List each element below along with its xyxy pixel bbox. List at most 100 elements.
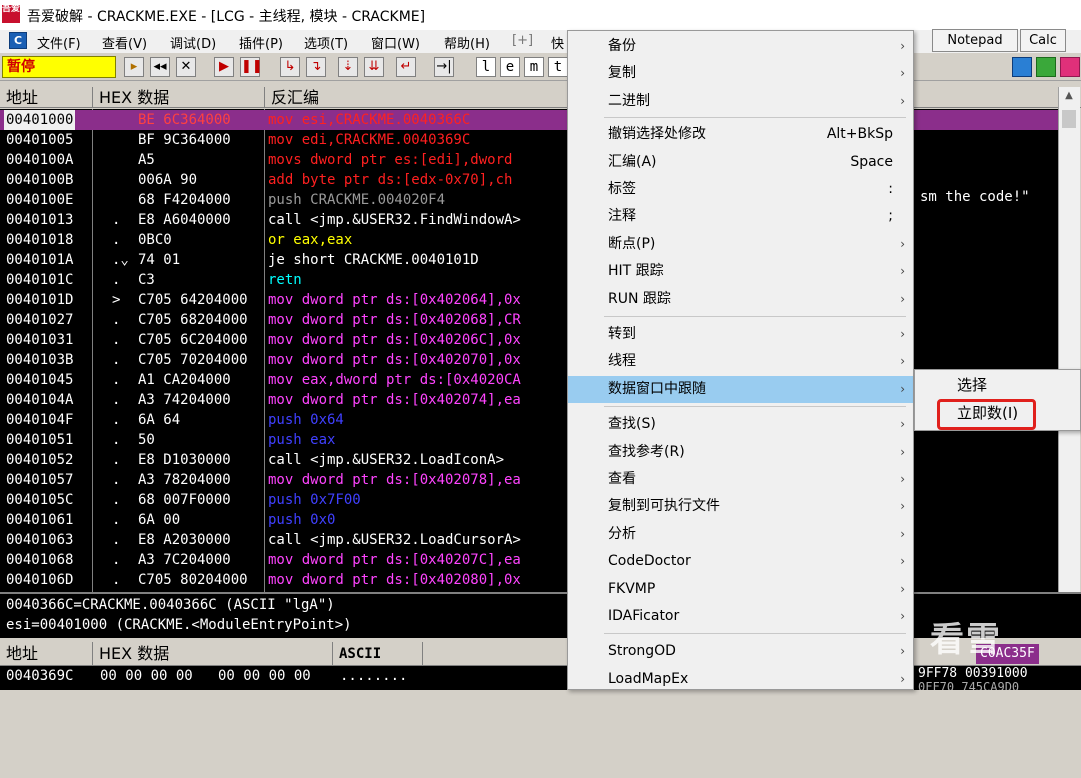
dump-hex-1: 00 00 00 00: [100, 668, 193, 684]
context-menu-item[interactable]: IDAFicator ›: [568, 603, 913, 630]
step-over-icon[interactable]: ↴: [306, 57, 326, 77]
context-menu-item[interactable]: 标签:: [568, 176, 913, 203]
step-into-icon[interactable]: ↳: [280, 57, 300, 77]
menu-window[interactable]: 窗口(W): [371, 33, 420, 52]
hex-bytes: A3 78204000: [138, 472, 231, 488]
chevron-right-icon: ›: [900, 644, 905, 659]
instruction: push eax: [268, 432, 336, 448]
execute-till-return-icon[interactable]: ↵: [396, 57, 416, 77]
menu-item-label: 数据窗口中跟随: [608, 380, 706, 397]
open-icon[interactable]: ▸: [124, 57, 144, 77]
scroll-up-icon[interactable]: ▲: [1060, 90, 1078, 106]
menu-separator: [604, 406, 906, 408]
context-menu-item[interactable]: FKVMP ›: [568, 576, 913, 603]
calc-button[interactable]: Calc: [1020, 29, 1066, 52]
chevron-right-icon: ›: [900, 236, 905, 251]
context-menu-item[interactable]: CodeDoctor ›: [568, 548, 913, 575]
executable-modules-button[interactable]: e: [500, 57, 520, 77]
dump-hex-header[interactable]: HEX 数据: [93, 642, 333, 666]
menu-view[interactable]: 查看(V): [102, 33, 147, 52]
pause-icon[interactable]: ❚❚: [240, 57, 263, 77]
context-menu-item[interactable]: 查找(S) ›: [568, 411, 913, 438]
context-menu-item[interactable]: 转到 ›: [568, 321, 913, 348]
submenu-item-selection[interactable]: 选择: [915, 372, 1080, 399]
context-menu-item[interactable]: 线程 ›: [568, 348, 913, 375]
rewind-icon[interactable]: ◂◂: [150, 57, 170, 77]
menu-help[interactable]: 帮助(H): [444, 33, 490, 52]
context-menu-item[interactable]: 备份 ›: [568, 33, 913, 60]
menu-plus[interactable]: [+]: [512, 33, 533, 48]
jump-marker: .: [112, 512, 121, 528]
hex-bytes: 68 F4204000: [138, 192, 231, 208]
trace-into-icon[interactable]: ⇣: [338, 57, 358, 77]
context-menu-item[interactable]: 注释;: [568, 203, 913, 230]
instruction: mov edi,CRACKME.0040369C: [268, 132, 471, 148]
context-menu-item[interactable]: HIT 跟踪 ›: [568, 258, 913, 285]
address: 00401051: [6, 432, 74, 448]
menu-plugins[interactable]: 插件(P): [239, 33, 283, 52]
instruction: call <jmp.&USER32.LoadCursorA>: [268, 532, 521, 548]
context-menu-item[interactable]: 复制到可执行文件 ›: [568, 493, 913, 520]
context-menu-item[interactable]: 数据窗口中跟随 ›: [568, 375, 913, 403]
jump-marker: .: [112, 212, 121, 228]
log-window-button[interactable]: l: [476, 57, 496, 77]
jump-marker: .: [112, 552, 121, 568]
notepad-button[interactable]: Notepad: [932, 29, 1018, 52]
menu-debug[interactable]: 调试(D): [170, 33, 216, 52]
context-menu-item[interactable]: 复制 ›: [568, 60, 913, 87]
address: 0040101A: [6, 252, 74, 268]
hex-bytes: 6A 00: [138, 512, 181, 528]
address: 00401018: [6, 232, 74, 248]
context-menu-item[interactable]: 查找参考(R) ›: [568, 439, 913, 466]
hex-bytes: BF 9C364000: [138, 132, 231, 148]
address-column-header[interactable]: 地址: [0, 87, 93, 108]
context-menu-item[interactable]: 查看 ›: [568, 466, 913, 493]
scroll-thumb[interactable]: [1062, 110, 1076, 128]
context-menu-item[interactable]: StrongOD ›: [568, 638, 913, 665]
about-icon[interactable]: [1060, 57, 1080, 77]
chevron-right-icon: ›: [900, 526, 905, 541]
context-menu-item[interactable]: 撤销选择处修改 Alt+BkSp: [568, 121, 913, 148]
menu-quick[interactable]: 快: [551, 33, 564, 52]
dump-ascii-header[interactable]: ASCII: [333, 642, 423, 666]
plugin-icon[interactable]: [1036, 57, 1056, 77]
menu-item-label: StrongOD: [608, 643, 676, 660]
jump-marker: .: [112, 492, 121, 508]
menu-item-shortcut: :: [888, 181, 893, 197]
hex-bytes: C705 80204000: [138, 572, 248, 588]
refresh-icon[interactable]: [1012, 57, 1032, 77]
menu-options[interactable]: 选项(T): [304, 33, 348, 52]
vertical-scrollbar[interactable]: [1058, 87, 1080, 592]
instruction: mov esi,CRACKME.0040366C: [268, 112, 471, 128]
close-icon[interactable]: ✕: [176, 57, 196, 77]
chevron-right-icon: ›: [900, 444, 905, 459]
address: 0040101D: [6, 292, 74, 308]
highlight-annotation: [937, 399, 1036, 430]
dump-address-header[interactable]: 地址: [0, 642, 93, 666]
address: 0040105C: [6, 492, 74, 508]
ollydbg-logo-icon[interactable]: C: [9, 32, 27, 49]
hex-column-header[interactable]: HEX 数据: [93, 87, 265, 108]
address: 00401045: [6, 372, 74, 388]
context-menu-item[interactable]: 分析 ›: [568, 521, 913, 548]
context-menu-item[interactable]: 断点(P) ›: [568, 231, 913, 258]
instruction: mov dword ptr ds:[0x402064],0x: [268, 292, 521, 308]
run-icon[interactable]: ▶: [214, 57, 234, 77]
context-menu-item[interactable]: 汇编(A) Space: [568, 149, 913, 176]
context-menu-item[interactable]: 二进制 ›: [568, 88, 913, 115]
chevron-right-icon: ›: [900, 264, 905, 279]
context-menu-item[interactable]: RUN 跟踪 ›: [568, 286, 913, 313]
jump-marker: .: [112, 352, 121, 368]
address: 0040103B: [6, 352, 74, 368]
trace-over-icon[interactable]: ⇊: [364, 57, 384, 77]
threads-button[interactable]: t: [548, 57, 568, 77]
dump-pane[interactable]: 0040369C 00 00 00 00 00 00 00 00 .......…: [0, 666, 1081, 690]
jump-marker: .: [112, 532, 121, 548]
goto-icon[interactable]: →|: [434, 57, 454, 77]
address: 00401063: [6, 532, 74, 548]
context-menu-item[interactable]: LoadMapEx ›: [568, 666, 913, 693]
menu-item-label: 复制: [608, 65, 636, 82]
menu-file[interactable]: 文件(F): [37, 33, 81, 52]
chevron-right-icon: ›: [900, 499, 905, 514]
memory-map-button[interactable]: m: [524, 57, 544, 77]
